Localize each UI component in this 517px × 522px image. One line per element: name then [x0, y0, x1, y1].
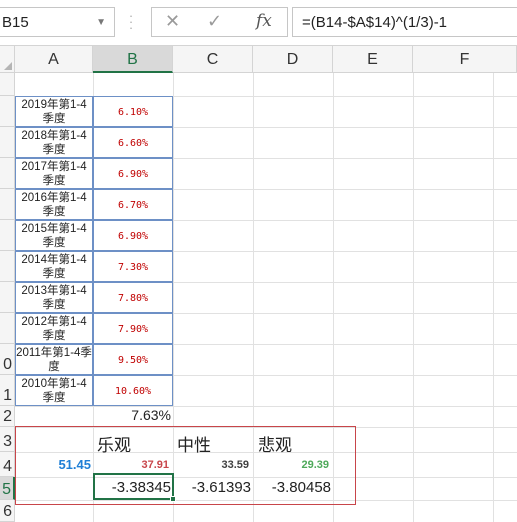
growth-rate-cell[interactable]: 6.90%	[93, 220, 173, 251]
column-header-c[interactable]: C	[173, 46, 253, 73]
growth-rate-cell[interactable]: 7.30%	[93, 251, 173, 282]
growth-rate-cell[interactable]: 6.60%	[93, 127, 173, 158]
growth-rate-cell[interactable]: 9.50%	[93, 344, 173, 375]
column-header-b[interactable]: B	[93, 46, 173, 73]
formula-buttons: ✕ ✓ fx	[151, 7, 288, 37]
active-cell-selection[interactable]	[93, 473, 176, 502]
scenario-pessimistic[interactable]: 悲观	[258, 431, 292, 456]
average-rate-cell[interactable]: 7.63%	[93, 407, 171, 423]
quarter-label-cell[interactable]: 2015年第1-4季度	[15, 220, 93, 251]
quarter-label-cell[interactable]: 2017年第1-4季度	[15, 158, 93, 189]
enter-icon[interactable]: ✓	[207, 11, 222, 32]
quarter-label-cell[interactable]: 2013年第1-4季度	[15, 282, 93, 313]
neutral-result-cell[interactable]: -3.61393	[173, 479, 251, 496]
optimistic-value-cell[interactable]: 37.91	[93, 459, 169, 471]
formula-bar: B15 ▼ · · · ✕ ✓ fx =(B14-$A$14)^(1/3)-1	[0, 0, 517, 46]
quarter-label-cell[interactable]: 2019年第1-4季度	[15, 96, 93, 127]
fill-handle[interactable]	[170, 496, 176, 502]
row-header[interactable]	[0, 96, 15, 127]
pessimistic-value-cell[interactable]: 29.39	[253, 459, 329, 471]
column-header-d[interactable]: D	[253, 46, 333, 73]
chevron-down-icon[interactable]: ▼	[96, 17, 106, 28]
row-header[interactable]: 0	[0, 344, 15, 375]
neutral-value-cell[interactable]: 33.59	[173, 459, 249, 471]
row-header[interactable]	[0, 158, 15, 189]
base-value-cell[interactable]: 51.45	[15, 457, 91, 472]
row-header[interactable]	[0, 220, 15, 251]
row-header[interactable]: 4	[0, 452, 15, 477]
quarter-label-cell[interactable]: 2012年第1-4季度	[15, 313, 93, 344]
quarter-label-cell[interactable]: 2011年第1-4季度	[15, 344, 93, 375]
scenario-neutral[interactable]: 中性	[177, 431, 211, 456]
row-header[interactable]	[0, 282, 15, 313]
name-box-value: B15	[2, 14, 29, 31]
pessimistic-result-cell[interactable]: -3.80458	[253, 479, 331, 496]
growth-rate-cell[interactable]: 10.60%	[93, 375, 173, 406]
quarter-label-cell[interactable]: 2010年第1-4季度	[15, 375, 93, 406]
row-header[interactable]: 3	[0, 427, 15, 452]
formula-input[interactable]: =(B14-$A$14)^(1/3)-1	[292, 7, 517, 37]
row-header[interactable]	[0, 313, 15, 344]
insert-function-icon[interactable]: fx	[256, 11, 272, 31]
row-header[interactable]: 5	[0, 477, 15, 500]
row-header[interactable]	[0, 189, 15, 220]
cancel-icon[interactable]: ✕	[165, 11, 180, 32]
row-header[interactable]: 1	[0, 375, 15, 406]
growth-rate-cell[interactable]: 6.10%	[93, 96, 173, 127]
growth-rate-cell[interactable]: 6.90%	[93, 158, 173, 189]
select-all-corner[interactable]	[0, 46, 15, 73]
quarter-label-cell[interactable]: 2014年第1-4季度	[15, 251, 93, 282]
drag-handle-icon[interactable]: · · ·	[128, 9, 134, 34]
quarter-label-cell[interactable]: 2018年第1-4季度	[15, 127, 93, 158]
row-header[interactable]: 6	[0, 500, 15, 522]
row-header[interactable]	[0, 127, 15, 158]
column-header-e[interactable]: E	[333, 46, 413, 73]
growth-rate-cell[interactable]: 7.80%	[93, 282, 173, 313]
column-header-a[interactable]: A	[15, 46, 93, 73]
formula-text: =(B14-$A$14)^(1/3)-1	[302, 14, 448, 31]
row-header[interactable]: 2	[0, 406, 15, 427]
growth-rate-cell[interactable]: 7.90%	[93, 313, 173, 344]
row-header[interactable]	[0, 73, 15, 96]
name-box[interactable]: B15 ▼	[0, 7, 115, 37]
growth-rate-cell[interactable]: 6.70%	[93, 189, 173, 220]
quarter-label-cell[interactable]: 2016年第1-4季度	[15, 189, 93, 220]
column-header-f[interactable]: F	[413, 46, 517, 73]
scenario-optimistic[interactable]: 乐观	[97, 431, 131, 456]
row-header[interactable]	[0, 251, 15, 282]
